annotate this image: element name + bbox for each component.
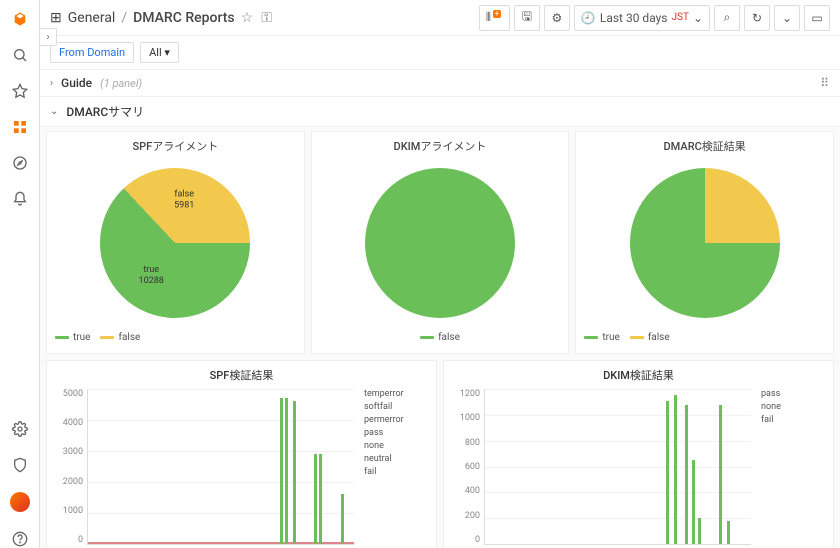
panel-spf-result[interactable]: SPF検証結果 5000 4000 3000 2000 1000 0 bbox=[46, 360, 437, 548]
legend: temperror softfail permerror pass none n… bbox=[360, 389, 430, 548]
explore-icon[interactable] bbox=[11, 154, 29, 172]
clock-icon: 🕘 bbox=[581, 11, 596, 25]
panel-spf-alignment[interactable]: SPFアライメント false5981 true10288 true false bbox=[46, 131, 305, 354]
star-outline-icon[interactable]: ☆ bbox=[241, 10, 254, 26]
grafana-logo-icon[interactable] bbox=[11, 10, 29, 28]
time-range-label: Last 30 days bbox=[600, 11, 668, 25]
pie-chart bbox=[630, 168, 780, 318]
panel-dmarc-result[interactable]: DMARC検証結果 true false bbox=[575, 131, 834, 354]
breadcrumb-folder[interactable]: General bbox=[68, 10, 116, 26]
breadcrumb-separator: / bbox=[121, 10, 127, 26]
chevron-down-icon: ⌄ bbox=[693, 11, 703, 25]
legend: true false bbox=[53, 328, 298, 347]
variable-value-dropdown[interactable]: All ▾ bbox=[140, 42, 179, 63]
panel-title: SPF検証結果 bbox=[53, 367, 430, 383]
row-title: Guide bbox=[61, 76, 92, 90]
row-menu-icon[interactable]: ⠿ bbox=[820, 76, 830, 90]
dashboard-title[interactable]: DMARC Reports bbox=[133, 10, 235, 26]
pie-chart bbox=[365, 168, 515, 318]
save-button[interactable]: 🖫 bbox=[514, 5, 540, 31]
chevron-down-icon: ▾ bbox=[164, 46, 170, 59]
refresh-interval-picker[interactable]: ⌄ bbox=[774, 5, 800, 31]
panel-dkim-alignment[interactable]: DKIMアライメント false bbox=[311, 131, 570, 354]
help-icon[interactable] bbox=[11, 530, 29, 548]
panel-dkim-result[interactable]: DKIM検証結果 1200 1000 800 600 400 200 0 bbox=[443, 360, 834, 548]
panel-title: SPFアライメント bbox=[53, 138, 298, 154]
pie-chart: false5981 true10288 bbox=[100, 168, 250, 318]
avatar[interactable] bbox=[10, 492, 30, 512]
panel-title: DKIMアライメント bbox=[318, 138, 563, 154]
template-variables-bar: From Domain All ▾ bbox=[40, 36, 840, 70]
share-icon[interactable]: ⚿ bbox=[261, 10, 272, 26]
dashboards-glyph-icon: ⊞ bbox=[50, 10, 62, 26]
breadcrumb: ⊞ General / DMARC Reports ☆ ⚿ bbox=[50, 10, 272, 26]
row-title: DMARCサマリ bbox=[66, 103, 144, 120]
main-area: › ⊞ General / DMARC Reports ☆ ⚿ ⫴+ 🖫 ⚙ 🕘… bbox=[40, 0, 840, 548]
row-summary[interactable]: ⌄ DMARCサマリ bbox=[40, 97, 840, 127]
alert-icon[interactable] bbox=[11, 190, 29, 208]
sidebar-collapse-button[interactable]: › bbox=[39, 28, 57, 46]
slice-label-true: true10288 bbox=[139, 265, 164, 287]
variable-label[interactable]: From Domain bbox=[50, 42, 134, 63]
legend: true false bbox=[582, 328, 827, 347]
legend: false bbox=[318, 328, 563, 347]
search-icon[interactable] bbox=[11, 46, 29, 64]
zoom-out-button[interactable]: ⌕ bbox=[714, 5, 740, 31]
add-panel-button[interactable]: ⫴+ bbox=[479, 5, 510, 31]
topbar: ⊞ General / DMARC Reports ☆ ⚿ ⫴+ 🖫 ⚙ 🕘 L… bbox=[40, 0, 840, 36]
nav-sidebar bbox=[0, 0, 40, 548]
bar-chart: 1200 1000 800 600 400 200 0 bbox=[450, 389, 751, 548]
dashboards-icon[interactable] bbox=[11, 118, 29, 136]
settings-button[interactable]: ⚙ bbox=[544, 5, 570, 31]
dashboard-body: SPFアライメント false5981 true10288 true false bbox=[40, 127, 840, 548]
panel-title: DKIM検証結果 bbox=[450, 367, 827, 383]
timezone-label: JST bbox=[672, 12, 689, 23]
y-axis-labels: 5000 4000 3000 2000 1000 0 bbox=[53, 389, 83, 545]
chevron-down-icon: ⌄ bbox=[50, 106, 58, 117]
time-range-picker[interactable]: 🕘 Last 30 days JST ⌄ bbox=[574, 5, 710, 31]
refresh-button[interactable]: ↻ bbox=[744, 5, 770, 31]
legend: pass none fail bbox=[757, 389, 827, 548]
y-axis-labels: 1200 1000 800 600 400 200 0 bbox=[450, 389, 480, 545]
shield-icon[interactable] bbox=[11, 456, 29, 474]
panel-title: DMARC検証結果 bbox=[582, 138, 827, 154]
slice-label-false: false5981 bbox=[174, 189, 194, 211]
row-guide[interactable]: › Guide (1 panel) ⠿ bbox=[40, 70, 840, 97]
tv-mode-button[interactable]: ▭ bbox=[804, 5, 830, 31]
chevron-right-icon: › bbox=[50, 78, 53, 89]
gear-icon[interactable] bbox=[11, 420, 29, 438]
star-icon[interactable] bbox=[11, 82, 29, 100]
row-subtitle: (1 panel) bbox=[100, 77, 142, 90]
bar-chart: 5000 4000 3000 2000 1000 0 bbox=[53, 389, 354, 548]
